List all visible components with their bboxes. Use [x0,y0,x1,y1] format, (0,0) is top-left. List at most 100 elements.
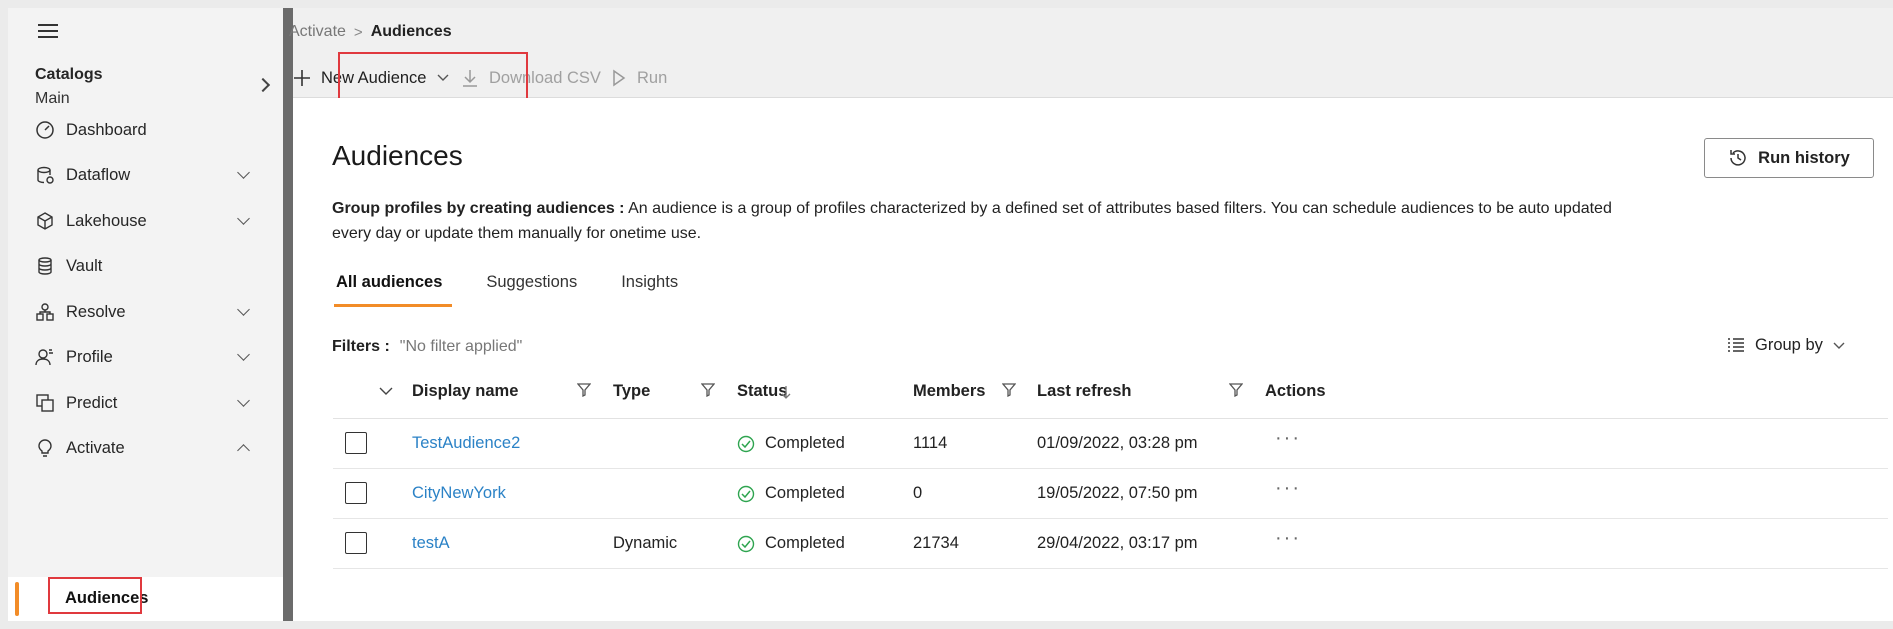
chevron-up-icon [237,444,250,457]
chevron-down-icon [237,166,250,179]
breadcrumb: Activate > Audiences [289,23,452,41]
hamburger-menu-icon[interactable] [38,24,58,38]
toolbar-area: Activate > Audiences New Audience Downlo… [289,8,1893,98]
filter-icon[interactable] [577,383,591,397]
sidebar-item-resolve[interactable]: Resolve [20,292,270,332]
more-actions-icon[interactable]: ··· [1275,477,1301,500]
column-header-actions: Actions [1265,382,1326,400]
breadcrumb-separator: > [353,23,363,41]
filters-label: Filters : [332,338,390,355]
column-header-display-name[interactable]: Display name [412,382,518,401]
catalogs-title: Catalogs [35,66,103,83]
status-text: Completed [765,534,845,552]
run-label: Run [637,68,668,87]
last-refresh: 29/04/2022, 03:17 pm [1037,534,1198,552]
tab-bar: All audiences Suggestions Insights [326,265,712,309]
column-header-status[interactable]: Status [737,382,787,401]
audience-name-link[interactable]: testA [412,534,450,553]
audience-type: Dynamic [613,534,678,552]
sidebar-item-predict[interactable]: Predict [20,383,270,423]
table-row: CityNewYork Completed 0 19/05/2022, 07:5… [333,469,1888,519]
run-button[interactable]: Run [611,62,667,94]
run-history-label: Run history [1758,148,1850,167]
sidebar-splitter[interactable] [283,8,293,621]
column-header-last-refresh[interactable]: Last refresh [1037,382,1131,401]
sidebar-item-profile[interactable]: Profile [20,337,270,377]
audience-name-link[interactable]: CityNewYork [412,484,506,503]
sidebar-item-label: Lakehouse [66,211,147,230]
group-by-label: Group by [1755,336,1823,354]
filter-icon[interactable] [701,383,715,397]
chevron-down-icon [437,74,448,81]
members-count: 0 [913,484,923,502]
sidebar-item-dataflow[interactable]: Dataflow [20,155,270,195]
sidebar-item-label: Dashboard [66,120,147,139]
sidebar-item-dashboard[interactable]: Dashboard [20,110,270,150]
activate-icon [34,437,56,459]
check-circle-icon [737,485,755,502]
more-actions-icon[interactable]: ··· [1275,427,1301,450]
group-by-dropdown[interactable]: Group by [1727,336,1845,355]
breadcrumb-current: Audiences [370,23,452,40]
resolve-icon [34,301,56,323]
dashboard-icon [34,119,56,141]
download-csv-button[interactable]: Download CSV [461,62,601,94]
tab-all-audiences[interactable]: All audiences [326,265,453,309]
page-description: Group profiles by creating audiences : A… [332,196,1652,246]
status-text: Completed [765,434,845,452]
vault-icon [34,255,56,277]
tab-suggestions[interactable]: Suggestions [476,265,587,309]
check-circle-icon [737,435,755,452]
expand-all-chevron-icon[interactable] [379,385,393,397]
description-heading: Group profiles by creating audiences : [332,200,625,217]
sidebar-item-label: Vault [66,256,103,275]
sort-descending-icon[interactable] [781,385,791,399]
column-header-members[interactable]: Members [913,382,985,401]
download-icon [463,70,477,87]
sidebar-subitem-label: Audiences [65,589,149,607]
new-audience-button[interactable]: New Audience [293,62,449,94]
list-icon [1728,337,1744,352]
chevron-down-icon [237,394,250,407]
dataflow-icon [34,164,56,186]
sidebar-item-label: Predict [66,393,118,412]
chevron-down-icon [237,212,250,225]
chevron-down-icon [237,303,250,316]
page-title: Audiences [332,140,463,171]
members-count: 1114 [913,434,948,452]
download-csv-label: Download CSV [489,68,601,87]
chevron-down-icon [1833,342,1845,349]
column-header-type[interactable]: Type [613,382,650,401]
sidebar-item-label: Profile [66,347,113,366]
filter-icon[interactable] [1002,383,1016,397]
row-checkbox[interactable] [345,482,367,504]
catalogs-value: Main [35,90,70,107]
filter-icon[interactable] [1229,383,1243,397]
filters-value: "No filter applied" [399,338,523,355]
sidebar-item-vault[interactable]: Vault [20,246,270,286]
run-history-button[interactable]: Run history [1704,138,1874,178]
status-cell: Completed [737,434,845,453]
catalog-selector[interactable]: Catalogs Main [35,66,271,116]
sidebar-item-activate[interactable]: Activate [20,428,270,468]
chevron-down-icon [237,348,250,361]
main-content: Audiences Run history Group profiles by … [293,98,1893,621]
breadcrumb-parent[interactable]: Activate [289,23,346,41]
table-header: Display name Type Status Members Last re… [333,367,1888,419]
plus-icon [294,70,310,86]
profile-icon [34,346,56,368]
filters-summary: Filters : "No filter applied" [332,338,522,356]
sidebar-item-label: Activate [66,438,125,457]
sidebar-item-label: Resolve [66,302,126,321]
more-actions-icon[interactable]: ··· [1275,527,1301,550]
audience-name-link[interactable]: TestAudience2 [412,434,520,453]
play-icon [613,69,626,87]
sidebar-item-lakehouse[interactable]: Lakehouse [20,201,270,241]
row-checkbox[interactable] [345,432,367,454]
lakehouse-icon [34,210,56,232]
sidebar-subitem-audiences[interactable]: Audiences [8,577,283,621]
predict-icon [34,392,56,414]
sidebar-item-label: Dataflow [66,165,131,184]
row-checkbox[interactable] [345,532,367,554]
tab-insights[interactable]: Insights [611,265,688,309]
